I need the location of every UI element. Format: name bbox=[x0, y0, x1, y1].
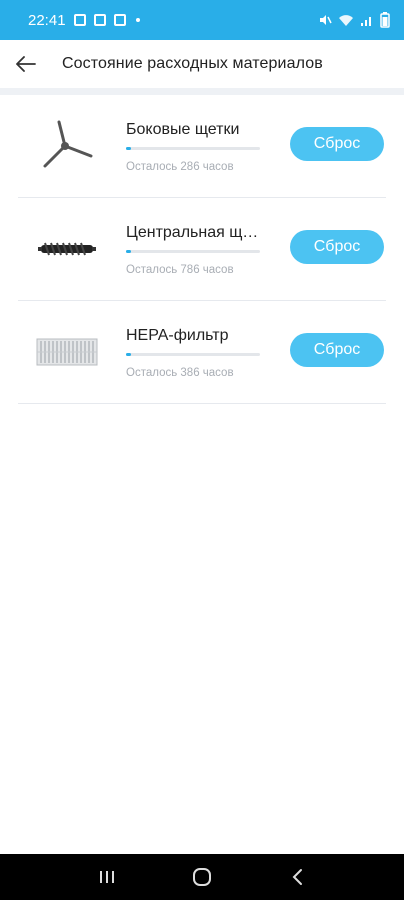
home-icon bbox=[192, 868, 211, 886]
item-name: Боковые щетки bbox=[126, 121, 240, 138]
reset-button[interactable]: Сброс bbox=[290, 127, 384, 161]
gallery-icon bbox=[73, 14, 86, 26]
remaining-hours: Осталось 286 часов bbox=[126, 161, 234, 173]
hepa-filter-image bbox=[24, 301, 110, 404]
recent-apps-icon bbox=[100, 871, 115, 883]
back-button[interactable] bbox=[0, 40, 52, 88]
signal-icon bbox=[361, 17, 371, 26]
life-progress-bar bbox=[126, 250, 260, 253]
wifi-icon bbox=[339, 15, 353, 26]
system-nav-bar bbox=[0, 854, 404, 900]
back-nav-button[interactable] bbox=[277, 857, 317, 897]
remaining-hours: Осталось 786 часов bbox=[126, 264, 234, 276]
page-title: Состояние расходных материалов bbox=[62, 55, 323, 72]
app-bar: Состояние расходных материалов bbox=[0, 40, 404, 88]
item-info: Боковые щетки Осталось 286 часов bbox=[126, 121, 266, 173]
back-icon bbox=[292, 869, 302, 885]
life-progress-bar bbox=[126, 147, 260, 150]
list-item-hepa-filter: HEPA-фильтр Осталось 386 часов Сброс bbox=[18, 301, 386, 404]
reset-button[interactable]: Сброс bbox=[290, 230, 384, 264]
mute-icon bbox=[320, 15, 332, 25]
status-bar: 22:41 bbox=[0, 0, 404, 40]
main-brush-image bbox=[24, 198, 110, 301]
dot-icon bbox=[135, 18, 140, 22]
consumables-list: Боковые щетки Осталось 286 часов Сброс Ц… bbox=[0, 95, 404, 404]
list-item-side-brushes: Боковые щетки Осталось 286 часов Сброс bbox=[18, 95, 386, 198]
item-info: HEPA-фильтр Осталось 386 часов bbox=[126, 327, 266, 379]
reset-button[interactable]: Сброс bbox=[290, 333, 384, 367]
item-name: Центральная щетка bbox=[126, 224, 266, 241]
life-progress-bar bbox=[126, 353, 260, 356]
item-info: Центральная щетка Осталось 786 часов bbox=[126, 224, 266, 276]
remaining-hours: Осталось 386 часов bbox=[126, 367, 234, 379]
recent-apps-button[interactable] bbox=[87, 857, 127, 897]
status-time: 22:41 bbox=[28, 11, 66, 29]
life-progress-fill bbox=[126, 250, 132, 253]
app-icon bbox=[113, 14, 126, 26]
home-button[interactable] bbox=[182, 857, 222, 897]
item-name: HEPA-фильтр bbox=[126, 327, 229, 344]
arrow-left-icon bbox=[16, 56, 36, 72]
life-progress-fill bbox=[126, 353, 132, 356]
side-brush-image bbox=[24, 95, 110, 198]
list-item-main-brush: Центральная щетка Осталось 786 часов Сбр… bbox=[18, 198, 386, 301]
life-progress-fill bbox=[126, 147, 132, 150]
battery-icon bbox=[380, 12, 390, 28]
app-icon bbox=[93, 14, 106, 26]
